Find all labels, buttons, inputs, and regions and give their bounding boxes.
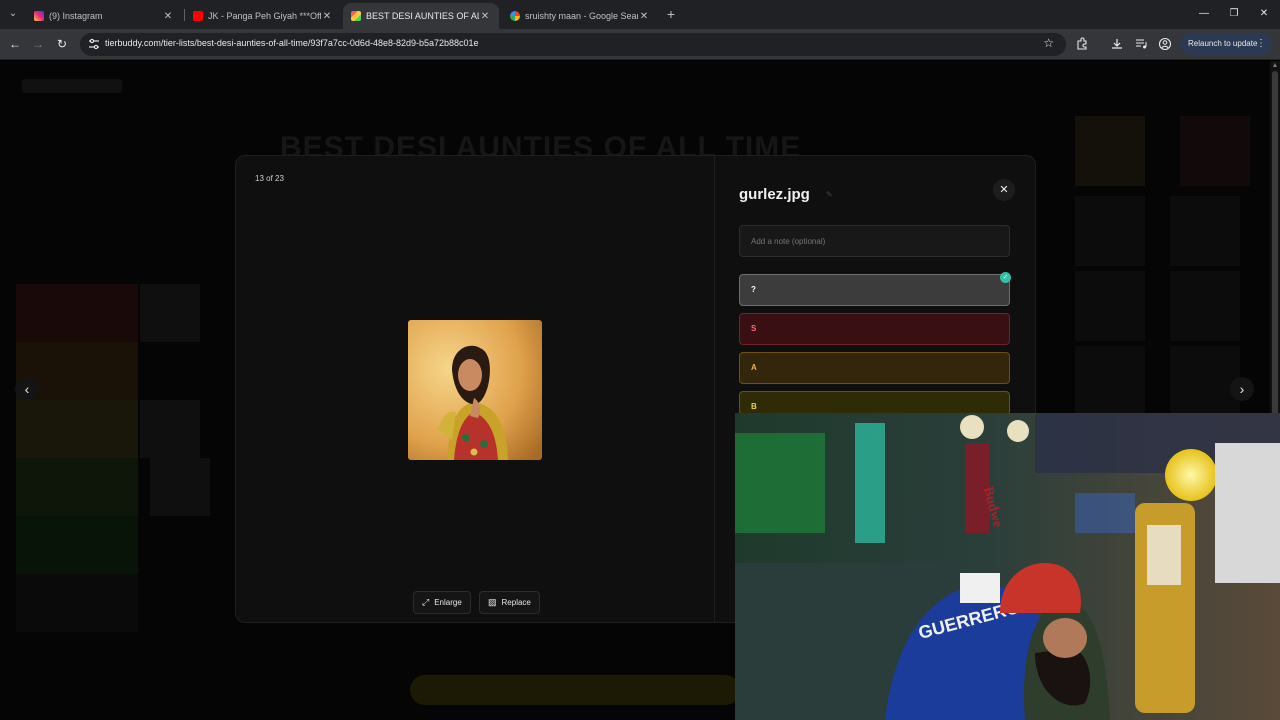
pool-thumb-bg [1180,116,1250,186]
tab-instagram[interactable]: (9) Instagram ✕ [26,3,182,29]
note-input[interactable] [739,225,1010,257]
tier-row-bg [16,574,138,632]
reload-icon[interactable]: ↻ [54,36,70,52]
tab-tierbuddy[interactable]: BEST DESI AUNTIES OF ALL TIME ✕ [343,3,499,29]
extensions-icon[interactable] [1075,37,1089,51]
selected-check-icon: ✓ [1000,272,1011,283]
navigation-bar: ← → ↻ tierbuddy.com/tier-lists/best-desi… [0,29,1280,60]
pool-thumb-bg [1075,196,1145,266]
replace-label: Replace [501,598,531,607]
window-close-icon[interactable]: ✕ [1257,6,1271,22]
pool-thumb-bg [1170,196,1240,266]
back-arrow-icon[interactable]: ← [7,36,23,52]
scrollbar-thumb[interactable] [1272,71,1278,416]
tier-thumb-bg [140,284,200,342]
close-modal-button[interactable]: ✕ [993,179,1015,201]
restore-icon[interactable]: ❐ [1227,6,1241,22]
previous-item-button[interactable]: ‹ [15,377,39,401]
close-icon[interactable]: ✕ [479,11,491,22]
site-settings-icon[interactable] [88,38,100,50]
tab-title: JK - Panga Peh Giyah ***Official [208,11,321,21]
tab-youtube[interactable]: JK - Panga Peh Giyah ***Official ✕ [185,3,341,29]
tier-row-bg [16,516,138,574]
tab-title: (9) Instagram [49,11,103,21]
pool-thumb-bg [1075,271,1145,341]
portrait-image [408,320,542,460]
close-icon[interactable]: ✕ [321,11,333,22]
webcam-overlay: GUERRERO Budwe [735,413,1280,720]
close-icon[interactable]: ✕ [638,11,650,22]
tier-option-a[interactable]: A [739,352,1010,384]
enlarge-label: Enlarge [434,598,462,607]
address-bar[interactable]: tierbuddy.com/tier-lists/best-desi-aunti… [80,33,1066,56]
item-photo[interactable] [408,320,542,460]
close-icon[interactable]: ✕ [162,11,174,22]
pool-thumb-bg [1075,116,1145,186]
tier-row-bg [16,284,138,342]
site-logo [22,79,122,93]
replace-button[interactable]: ▨ Replace [479,591,540,614]
tab-search-icon[interactable]: ⌄ [5,6,21,22]
item-counter: 13 of 23 [255,174,284,183]
forward-arrow-icon[interactable]: → [30,36,46,52]
youtube-icon [193,11,203,21]
tab-google-search[interactable]: sruishty maan - Google Search ✕ [502,3,658,29]
relaunch-label: Relaunch to update [1188,39,1258,48]
tier-thumb-bg [150,458,210,516]
more-menu-icon[interactable]: ⋮ [1256,33,1266,55]
tier-thumb-bg [140,400,200,458]
tier-option-unranked[interactable]: ? [739,274,1010,306]
file-name-title: gurlez.jpg [739,186,810,203]
enlarge-button[interactable]: ⤢ Enlarge [413,591,471,614]
tier-row-bg [16,400,138,458]
profile-icon[interactable] [1158,37,1172,51]
next-item-button[interactable]: › [1230,377,1254,401]
tier-option-s[interactable]: S [739,313,1010,345]
image-icon: ▨ [488,597,497,607]
tab-title: sruishty maan - Google Search [525,11,638,21]
pool-thumb-bg [1170,271,1240,341]
media-controls-icon[interactable] [1134,37,1148,51]
tierbuddy-icon [351,11,361,21]
pool-thumb-bg [1075,346,1145,416]
tier-option-b[interactable]: B [739,391,1010,415]
image-panel: 13 of 23 ⤢ Enlarge ▨ Replace [236,156,715,622]
tab-title: BEST DESI AUNTIES OF ALL TIME [366,11,479,21]
pool-thumb-bg [1170,346,1240,416]
save-bar-bg [410,675,740,705]
instagram-icon [34,11,44,21]
tier-row-bg [16,458,138,516]
scroll-up-icon[interactable]: ▲ [1271,62,1279,69]
edit-pencil-icon[interactable]: ✎ [826,190,833,199]
tab-strip: ⌄ (9) Instagram ✕ JK - Panga Peh Giyah *… [0,0,1280,29]
webcam-feed-image: GUERRERO Budwe [735,413,1280,720]
expand-icon: ⤢ [422,597,430,607]
bookmark-star-icon[interactable]: ☆ [1043,36,1054,50]
google-icon [510,11,520,21]
relaunch-button[interactable]: Relaunch to update ⋮ [1180,33,1272,55]
new-tab-plus-icon[interactable]: + [664,6,678,22]
download-icon[interactable] [1110,37,1124,51]
url-text[interactable]: tierbuddy.com/tier-lists/best-desi-aunti… [105,38,479,48]
minimize-icon[interactable]: — [1197,6,1211,22]
